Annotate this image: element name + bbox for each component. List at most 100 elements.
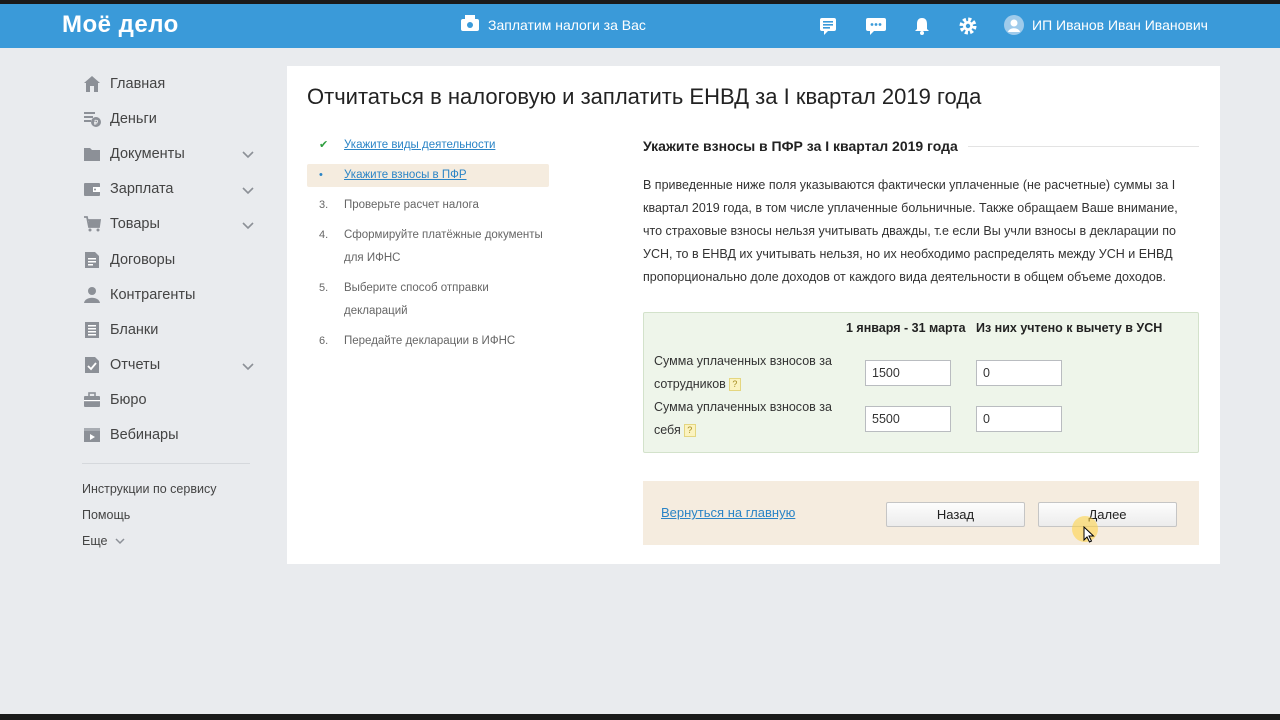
mouse-cursor-icon bbox=[1083, 525, 1095, 548]
sidebar-item-label: Отчеты bbox=[110, 357, 161, 374]
main-card: Отчитаться в налоговую и заплатить ЕНВД … bbox=[287, 66, 1220, 564]
wizard-steps: ✔ Укажите виды деятельности • Укажите вз… bbox=[307, 134, 549, 360]
sidebar-item-label: Бланки bbox=[110, 321, 159, 338]
pfr-contributions-table: 1 января - 31 марта Из них учтено к выче… bbox=[643, 312, 1199, 453]
sidebar-item-reports[interactable]: Отчеты bbox=[82, 348, 258, 383]
row-label-self: Сумма уплаченных взносов за себя? bbox=[654, 396, 854, 442]
wizard-step: 4. Сформируйте платёжные документы для И… bbox=[307, 224, 549, 270]
svg-text:₽: ₽ bbox=[94, 119, 99, 127]
sidebar-item-contracts[interactable]: Договоры bbox=[82, 242, 258, 277]
more-label: Еще bbox=[82, 534, 108, 549]
bullet-icon: • bbox=[319, 169, 323, 181]
step-number: 6. bbox=[319, 335, 329, 347]
row-label-employees: Сумма уплаченных взносов за сотрудников? bbox=[654, 350, 854, 396]
bell-icon[interactable] bbox=[912, 16, 932, 36]
wallet-icon bbox=[82, 179, 102, 199]
section-title-text: Укажите взносы в ПФР за I квартал 2019 г… bbox=[643, 138, 958, 154]
chevron-down-icon[interactable] bbox=[242, 183, 254, 199]
check-icon: ✔ bbox=[319, 139, 329, 151]
sidebar: Главная ₽ Деньги Документы Зарплата Това… bbox=[82, 66, 258, 554]
help-icon[interactable]: ? bbox=[728, 378, 741, 392]
chat-bubble-icon[interactable] bbox=[865, 16, 886, 36]
sidebar-item-salary[interactable]: Зарплата bbox=[82, 172, 258, 207]
home-icon bbox=[82, 74, 102, 94]
step-label: Сформируйте платёжные документы для ИФНС bbox=[344, 229, 543, 264]
sidebar-item-goods[interactable]: Товары bbox=[82, 207, 258, 242]
step-number: 5. bbox=[319, 282, 329, 294]
sidebar-item-label: Договоры bbox=[110, 251, 176, 268]
self-usn-input[interactable] bbox=[976, 406, 1062, 432]
step-label: Укажите виды деятельности bbox=[344, 139, 496, 151]
cash-register-icon bbox=[460, 14, 480, 35]
avatar bbox=[1004, 15, 1024, 35]
back-button[interactable]: Назад bbox=[886, 502, 1025, 527]
sidebar-item-label: Зарплата bbox=[110, 181, 174, 198]
folder-icon bbox=[82, 144, 102, 164]
row-label-line1: Сумма уплаченных взносов за bbox=[654, 400, 832, 414]
wizard-step-active[interactable]: • Укажите взносы в ПФР bbox=[307, 164, 549, 187]
step-label: Передайте декларации в ИФНС bbox=[344, 335, 516, 347]
sidebar-item-forms[interactable]: Бланки bbox=[82, 312, 258, 347]
employees-usn-input[interactable] bbox=[976, 360, 1062, 386]
chevron-down-icon[interactable] bbox=[242, 218, 254, 234]
step-label: Выберите способ отправки деклараций bbox=[344, 282, 489, 317]
promo-link[interactable]: Заплатим налоги за Вас bbox=[460, 14, 646, 35]
wizard-step: 6. Передайте декларации в ИФНС bbox=[307, 330, 549, 353]
help-icon[interactable]: ? bbox=[683, 424, 696, 438]
sidebar-item-label: Главная bbox=[110, 75, 166, 92]
self-amount-input[interactable] bbox=[865, 406, 951, 432]
money-icon: ₽ bbox=[82, 109, 102, 129]
back-home-link[interactable]: Вернуться на главную bbox=[661, 505, 795, 520]
row-label-line2: сотрудников bbox=[654, 377, 726, 391]
video-icon bbox=[82, 425, 102, 445]
row-label-line2: себя bbox=[654, 423, 681, 437]
contract-icon bbox=[82, 250, 102, 270]
sidebar-item-label: Деньги bbox=[110, 110, 157, 127]
top-bar: Моё дело Заплатим налоги за Вас ИП Ивано… bbox=[0, 0, 1280, 48]
section-description: В приведенные ниже поля указываются факт… bbox=[643, 178, 1178, 284]
sidebar-item-label: Контрагенты bbox=[110, 286, 196, 303]
gear-icon[interactable] bbox=[958, 16, 978, 36]
step-number: 4. bbox=[319, 229, 329, 241]
more-link[interactable]: Еще bbox=[82, 528, 258, 554]
sidebar-divider bbox=[82, 463, 250, 465]
chevron-down-icon bbox=[115, 538, 125, 545]
row-label-line1: Сумма уплаченных взносов за bbox=[654, 354, 832, 368]
step-label: Проверьте расчет налога bbox=[344, 199, 479, 211]
sidebar-item-label: Товары bbox=[110, 216, 160, 233]
instructions-link[interactable]: Инструкции по сервису bbox=[82, 476, 258, 502]
column-header-usn: Из них учтено к вычету в УСН bbox=[976, 321, 1163, 335]
sidebar-item-documents[interactable]: Документы bbox=[82, 136, 258, 171]
wizard-step: 5. Выберите способ отправки деклараций bbox=[307, 277, 549, 323]
next-button[interactable]: Далее bbox=[1038, 502, 1177, 527]
forms-icon bbox=[82, 320, 102, 340]
step-number: 3. bbox=[319, 199, 329, 211]
sidebar-item-home[interactable]: Главная bbox=[82, 66, 258, 101]
report-icon bbox=[82, 355, 102, 375]
chat-list-icon[interactable] bbox=[818, 16, 838, 36]
pfr-section: Укажите взносы в ПФР за I квартал 2019 г… bbox=[643, 134, 1199, 289]
sidebar-item-money[interactable]: ₽ Деньги bbox=[82, 101, 258, 136]
wizard-footer: Вернуться на главную Назад Далее bbox=[643, 481, 1199, 545]
sidebar-item-label: Документы bbox=[110, 145, 185, 162]
employees-amount-input[interactable] bbox=[865, 360, 951, 386]
sidebar-item-label: Бюро bbox=[110, 392, 147, 409]
person-icon bbox=[82, 285, 102, 305]
logo[interactable]: Моё дело bbox=[62, 11, 179, 39]
user-menu[interactable]: ИП Иванов Иван Иванович bbox=[1004, 15, 1208, 35]
step-label: Укажите взносы в ПФР bbox=[344, 169, 467, 181]
chevron-down-icon[interactable] bbox=[242, 147, 254, 163]
wizard-step: 3. Проверьте расчет налога bbox=[307, 194, 549, 217]
section-title: Укажите взносы в ПФР за I квартал 2019 г… bbox=[643, 134, 1199, 158]
briefcase-icon bbox=[82, 390, 102, 410]
promo-label: Заплатим налоги за Вас bbox=[488, 16, 646, 33]
wizard-step[interactable]: ✔ Укажите виды деятельности bbox=[307, 134, 549, 157]
page-title: Отчитаться в налоговую и заплатить ЕНВД … bbox=[307, 84, 982, 109]
sidebar-item-counterparties[interactable]: Контрагенты bbox=[82, 277, 258, 312]
sidebar-item-webinars[interactable]: Вебинары bbox=[82, 418, 258, 453]
help-link[interactable]: Помощь bbox=[82, 502, 258, 528]
box-icon bbox=[82, 214, 102, 234]
bottom-strip bbox=[0, 714, 1280, 720]
sidebar-item-bureau[interactable]: Бюро bbox=[82, 383, 258, 418]
chevron-down-icon[interactable] bbox=[242, 359, 254, 375]
